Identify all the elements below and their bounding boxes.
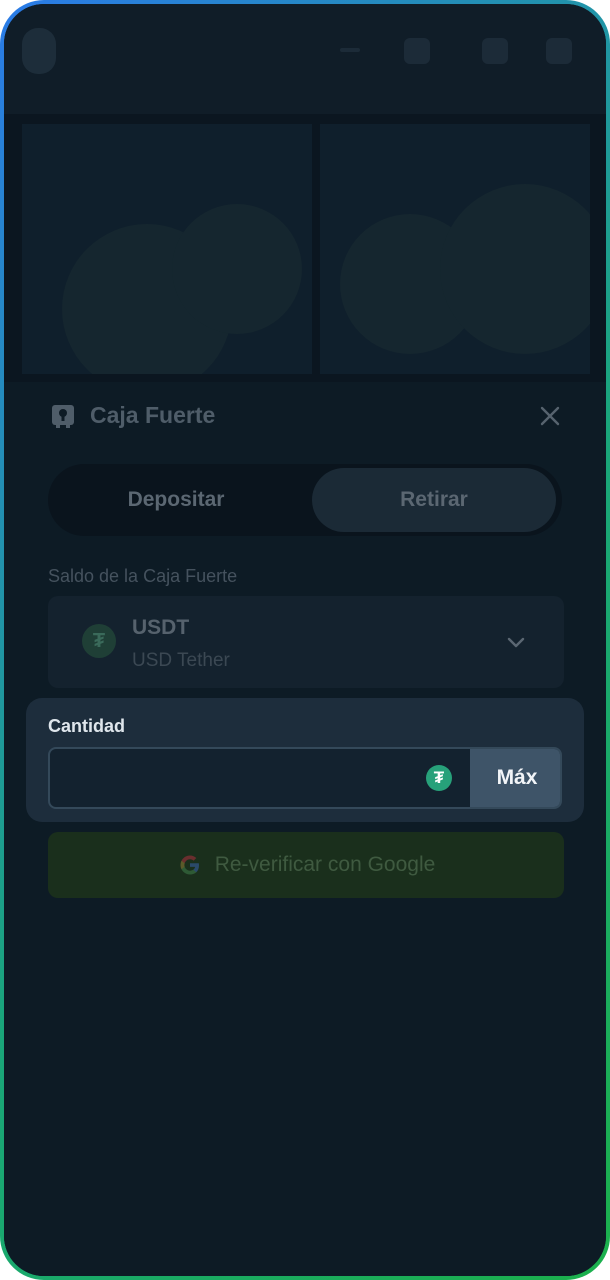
- amount-card: Cantidad ₮ Máx: [26, 698, 584, 822]
- tab-retirar[interactable]: Retirar: [312, 468, 556, 532]
- tab-depositar[interactable]: Depositar: [54, 468, 298, 532]
- balance-label: Saldo de la Caja Fuerte: [48, 566, 238, 586]
- logo: [22, 28, 56, 74]
- bell-icon: [546, 38, 572, 64]
- google-reverify-button[interactable]: Re-verificar con Google: [48, 832, 564, 898]
- google-reverify-label: Re-verificar con Google: [214, 853, 436, 876]
- chevron-down-icon: [507, 637, 525, 648]
- currency-code: USDT: [132, 616, 190, 639]
- amount-field: ₮ Máx: [48, 747, 562, 809]
- user-icon: [482, 38, 508, 64]
- google-icon: [180, 855, 199, 875]
- wallet-icon: [404, 38, 430, 64]
- tether-icon: ₮: [82, 624, 116, 658]
- device-frame: Caja Fuerte Depositar Retirar Saldo de l…: [0, 0, 610, 1280]
- modal-title: Caja Fuerte: [90, 402, 216, 428]
- amount-label: Cantidad: [48, 716, 126, 736]
- app-header: [4, 4, 606, 114]
- max-button[interactable]: Máx: [470, 749, 560, 807]
- screen: Caja Fuerte Depositar Retirar Saldo de l…: [4, 4, 606, 1276]
- minus-icon: [340, 48, 360, 52]
- vault-icon: [52, 405, 74, 428]
- close-icon[interactable]: [534, 400, 566, 432]
- currency-select[interactable]: ₮ USDT USD Tether: [48, 596, 564, 688]
- tether-icon: ₮: [426, 765, 452, 791]
- promo-banner: [22, 124, 312, 374]
- currency-name: USD Tether: [132, 650, 230, 671]
- promo-banner: [320, 124, 590, 374]
- amount-input[interactable]: [50, 749, 470, 807]
- mode-tabs: Depositar Retirar: [48, 464, 562, 536]
